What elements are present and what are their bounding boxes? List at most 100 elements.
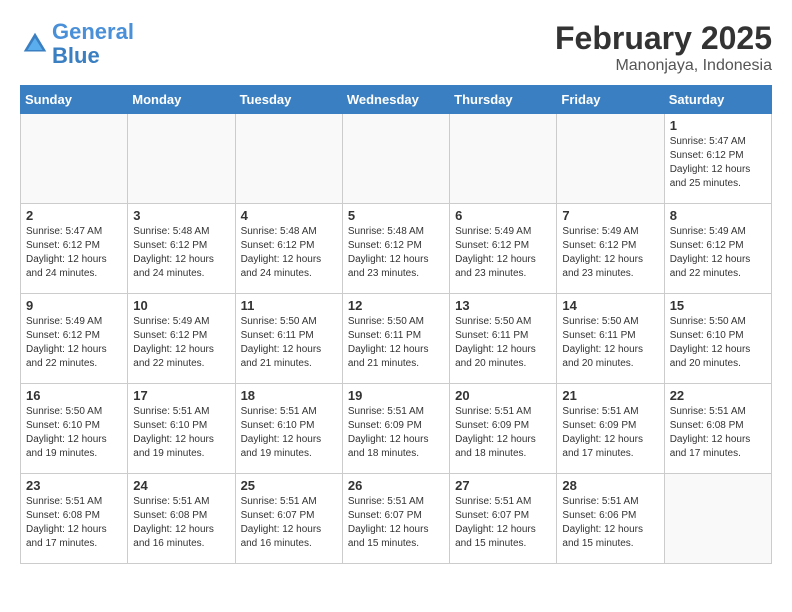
title-block: February 2025 Manonjaya, Indonesia bbox=[555, 20, 772, 75]
day-number: 10 bbox=[133, 298, 229, 313]
calendar-cell: 15 Sunrise: 5:50 AM Sunset: 6:10 PM Dayli… bbox=[664, 294, 771, 384]
calendar-cell: 11 Sunrise: 5:50 AM Sunset: 6:11 PM Dayli… bbox=[235, 294, 342, 384]
calendar-cell bbox=[342, 114, 449, 204]
calendar-cell: 9 Sunrise: 5:49 AM Sunset: 6:12 PM Daylig… bbox=[21, 294, 128, 384]
calendar-cell: 5Sunrise: 5:48 AM Sunset: 6:12 PM Daylig… bbox=[342, 204, 449, 294]
day-info: Sunrise: 5:51 AM Sunset: 6:10 PM Dayligh… bbox=[241, 405, 337, 461]
logo-icon bbox=[20, 29, 50, 59]
day-number: 1 bbox=[670, 118, 766, 133]
calendar-cell: 19 Sunrise: 5:51 AM Sunset: 6:09 PM Dayli… bbox=[342, 384, 449, 474]
calendar-week-row: 9 Sunrise: 5:49 AM Sunset: 6:12 PM Daylig… bbox=[21, 294, 772, 384]
day-number: 25 bbox=[241, 478, 337, 493]
day-number: 6 bbox=[455, 208, 551, 223]
day-info: Sunrise: 5:51 AM Sunset: 6:08 PM Dayligh… bbox=[670, 405, 766, 461]
calendar-cell: 4 Sunrise: 5:48 AM Sunset: 6:12 PM Daylig… bbox=[235, 204, 342, 294]
calendar-table: SundayMondayTuesdayWednesdayThursdayFrid… bbox=[20, 85, 772, 564]
day-info: Sunrise: 5:51 AM Sunset: 6:09 PM Dayligh… bbox=[348, 405, 444, 461]
calendar-cell: 26 Sunrise: 5:51 AM Sunset: 6:07 PM Dayli… bbox=[342, 474, 449, 564]
day-number: 27 bbox=[455, 478, 551, 493]
day-info: Sunrise: 5:49 AM Sunset: 6:12 PM Dayligh… bbox=[670, 225, 766, 281]
calendar-week-row: 23 Sunrise: 5:51 AM Sunset: 6:08 PM Dayli… bbox=[21, 474, 772, 564]
calendar-cell: 7 Sunrise: 5:49 AM Sunset: 6:12 PM Daylig… bbox=[557, 204, 664, 294]
day-number: 22 bbox=[670, 388, 766, 403]
day-info: Sunrise: 5:51 AM Sunset: 6:07 PM Dayligh… bbox=[348, 495, 444, 551]
day-number: 14 bbox=[562, 298, 658, 313]
calendar-cell bbox=[450, 114, 557, 204]
day-info: Sunrise: 5:48 AM Sunset: 6:12 PM Dayligh… bbox=[348, 225, 444, 281]
calendar-cell bbox=[664, 474, 771, 564]
day-info: Sunrise: 5:50 AM Sunset: 6:10 PM Dayligh… bbox=[670, 315, 766, 371]
calendar-cell: 21 Sunrise: 5:51 AM Sunset: 6:09 PM Dayli… bbox=[557, 384, 664, 474]
day-number: 26 bbox=[348, 478, 444, 493]
calendar-cell: 13 Sunrise: 5:50 AM Sunset: 6:11 PM Dayli… bbox=[450, 294, 557, 384]
day-info: Sunrise: 5:50 AM Sunset: 6:11 PM Dayligh… bbox=[562, 315, 658, 371]
day-number: 15 bbox=[670, 298, 766, 313]
day-info: Sunrise: 5:51 AM Sunset: 6:07 PM Dayligh… bbox=[455, 495, 551, 551]
day-number: 16 bbox=[26, 388, 122, 403]
day-info: Sunrise: 5:51 AM Sunset: 6:06 PM Dayligh… bbox=[562, 495, 658, 551]
calendar-cell: 8 Sunrise: 5:49 AM Sunset: 6:12 PM Daylig… bbox=[664, 204, 771, 294]
day-number: 9 bbox=[26, 298, 122, 313]
day-info: Sunrise: 5:51 AM Sunset: 6:10 PM Dayligh… bbox=[133, 405, 229, 461]
day-number: 8 bbox=[670, 208, 766, 223]
calendar-cell: 16 Sunrise: 5:50 AM Sunset: 6:10 PM Dayli… bbox=[21, 384, 128, 474]
day-info: Sunrise: 5:50 AM Sunset: 6:11 PM Dayligh… bbox=[241, 315, 337, 371]
day-number: 17 bbox=[133, 388, 229, 403]
calendar-cell: 6Sunrise: 5:49 AM Sunset: 6:12 PM Daylig… bbox=[450, 204, 557, 294]
calendar-day-header: Wednesday bbox=[342, 86, 449, 114]
calendar-week-row: 2 Sunrise: 5:47 AM Sunset: 6:12 PM Daylig… bbox=[21, 204, 772, 294]
day-info: Sunrise: 5:49 AM Sunset: 6:12 PM Dayligh… bbox=[562, 225, 658, 281]
location: Manonjaya, Indonesia bbox=[555, 57, 772, 75]
day-number: 19 bbox=[348, 388, 444, 403]
day-info: Sunrise: 5:49 AM Sunset: 6:12 PM Dayligh… bbox=[26, 315, 122, 371]
calendar-cell: 1 Sunrise: 5:47 AM Sunset: 6:12 PM Daylig… bbox=[664, 114, 771, 204]
calendar-header-row: SundayMondayTuesdayWednesdayThursdayFrid… bbox=[21, 86, 772, 114]
calendar-day-header: Friday bbox=[557, 86, 664, 114]
day-number: 11 bbox=[241, 298, 337, 313]
calendar-cell: 28 Sunrise: 5:51 AM Sunset: 6:06 PM Dayli… bbox=[557, 474, 664, 564]
day-number: 7 bbox=[562, 208, 658, 223]
day-number: 4 bbox=[241, 208, 337, 223]
day-number: 28 bbox=[562, 478, 658, 493]
calendar-day-header: Tuesday bbox=[235, 86, 342, 114]
day-info: Sunrise: 5:47 AM Sunset: 6:12 PM Dayligh… bbox=[670, 135, 766, 191]
calendar-day-header: Saturday bbox=[664, 86, 771, 114]
page-header: General Blue February 2025 Manonjaya, In… bbox=[20, 20, 772, 75]
calendar-cell: 12 Sunrise: 5:50 AM Sunset: 6:11 PM Dayli… bbox=[342, 294, 449, 384]
day-number: 21 bbox=[562, 388, 658, 403]
day-info: Sunrise: 5:51 AM Sunset: 6:07 PM Dayligh… bbox=[241, 495, 337, 551]
calendar-day-header: Thursday bbox=[450, 86, 557, 114]
day-info: Sunrise: 5:51 AM Sunset: 6:08 PM Dayligh… bbox=[26, 495, 122, 551]
calendar-cell: 3 Sunrise: 5:48 AM Sunset: 6:12 PM Daylig… bbox=[128, 204, 235, 294]
day-info: Sunrise: 5:51 AM Sunset: 6:09 PM Dayligh… bbox=[455, 405, 551, 461]
day-info: Sunrise: 5:51 AM Sunset: 6:08 PM Dayligh… bbox=[133, 495, 229, 551]
calendar-cell: 20 Sunrise: 5:51 AM Sunset: 6:09 PM Dayli… bbox=[450, 384, 557, 474]
day-number: 12 bbox=[348, 298, 444, 313]
day-info: Sunrise: 5:51 AM Sunset: 6:09 PM Dayligh… bbox=[562, 405, 658, 461]
day-info: Sunrise: 5:50 AM Sunset: 6:10 PM Dayligh… bbox=[26, 405, 122, 461]
day-info: Sunrise: 5:48 AM Sunset: 6:12 PM Dayligh… bbox=[241, 225, 337, 281]
day-info: Sunrise: 5:50 AM Sunset: 6:11 PM Dayligh… bbox=[348, 315, 444, 371]
calendar-cell: 24 Sunrise: 5:51 AM Sunset: 6:08 PM Dayli… bbox=[128, 474, 235, 564]
day-number: 3 bbox=[133, 208, 229, 223]
day-number: 23 bbox=[26, 478, 122, 493]
day-number: 2 bbox=[26, 208, 122, 223]
logo: General Blue bbox=[20, 20, 134, 68]
calendar-cell bbox=[235, 114, 342, 204]
calendar-cell: 27 Sunrise: 5:51 AM Sunset: 6:07 PM Dayli… bbox=[450, 474, 557, 564]
logo-line1: General bbox=[52, 19, 134, 44]
day-number: 18 bbox=[241, 388, 337, 403]
calendar-cell: 22 Sunrise: 5:51 AM Sunset: 6:08 PM Dayli… bbox=[664, 384, 771, 474]
calendar-cell: 25 Sunrise: 5:51 AM Sunset: 6:07 PM Dayli… bbox=[235, 474, 342, 564]
calendar-cell bbox=[21, 114, 128, 204]
day-info: Sunrise: 5:48 AM Sunset: 6:12 PM Dayligh… bbox=[133, 225, 229, 281]
day-number: 13 bbox=[455, 298, 551, 313]
calendar-week-row: 1 Sunrise: 5:47 AM Sunset: 6:12 PM Daylig… bbox=[21, 114, 772, 204]
calendar-day-header: Monday bbox=[128, 86, 235, 114]
logo-line2: Blue bbox=[52, 43, 100, 68]
day-number: 24 bbox=[133, 478, 229, 493]
day-number: 20 bbox=[455, 388, 551, 403]
calendar-week-row: 16 Sunrise: 5:50 AM Sunset: 6:10 PM Dayli… bbox=[21, 384, 772, 474]
day-info: Sunrise: 5:50 AM Sunset: 6:11 PM Dayligh… bbox=[455, 315, 551, 371]
day-info: Sunrise: 5:47 AM Sunset: 6:12 PM Dayligh… bbox=[26, 225, 122, 281]
